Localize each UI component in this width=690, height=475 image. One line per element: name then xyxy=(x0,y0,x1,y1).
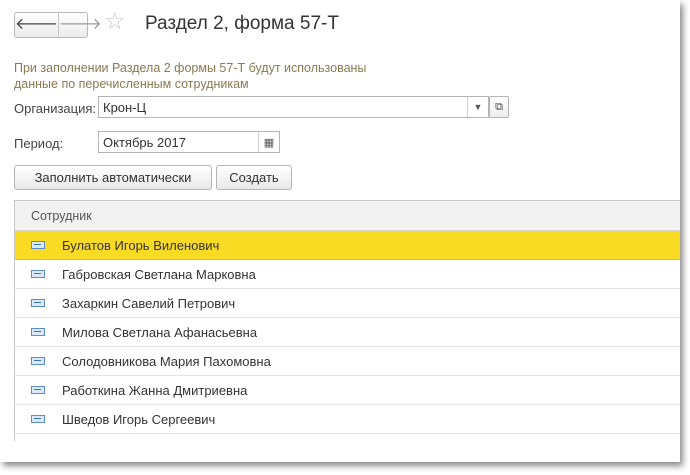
back-button[interactable]: 🡐 xyxy=(15,13,58,37)
period-label: Период: xyxy=(14,136,64,151)
period-value: Октябрь 2017 xyxy=(103,135,186,150)
open-window-icon: ⧉ xyxy=(495,100,503,113)
column-header-employee[interactable]: Сотрудник xyxy=(15,201,680,231)
employee-icon xyxy=(31,386,45,394)
table-row[interactable]: Работкина Жанна Дмитриевна xyxy=(15,376,680,405)
arrow-left-icon: 🡐 xyxy=(15,16,58,33)
employee-name: Булатов Игорь Виленович xyxy=(62,237,220,253)
organization-label: Организация: xyxy=(14,101,97,116)
employee-icon xyxy=(31,299,45,307)
employee-icon xyxy=(31,357,45,365)
table-row[interactable]: Милова Светлана Афанасьевна xyxy=(15,318,680,347)
table-row[interactable]: Захаркин Савелий Петрович xyxy=(15,289,680,318)
table-body: Булатов Игорь Виленович Габровская Светла… xyxy=(15,231,680,434)
dropdown-arrow-icon[interactable]: ▼ xyxy=(467,97,488,117)
hint-text: При заполнении Раздела 2 формы 57-Т буду… xyxy=(14,61,367,91)
employee-name: Милова Светлана Афанасьевна xyxy=(62,324,258,340)
employee-name: Захаркин Савелий Петрович xyxy=(62,295,236,311)
employee-icon xyxy=(31,270,45,278)
arrow-right-icon: 🡒 xyxy=(58,16,102,33)
open-organization-button[interactable]: ⧉ xyxy=(489,96,509,118)
calendar-icon[interactable]: ▦ xyxy=(258,132,279,152)
employee-name: Работкина Жанна Дмитриевна xyxy=(62,382,248,398)
table-row[interactable]: Булатов Игорь Виленович xyxy=(15,231,680,260)
table-row[interactable]: Шведов Игорь Сергеевич xyxy=(15,405,680,434)
forward-button[interactable]: 🡒 xyxy=(57,13,102,37)
employee-icon xyxy=(31,328,45,336)
employees-table: Сотрудник Булатов Игорь Виленович Габровс… xyxy=(14,200,680,441)
navigation-buttons: 🡐 🡒 xyxy=(14,12,102,38)
organization-value: Крон-Ц xyxy=(103,100,147,115)
favorite-star-icon[interactable]: ☆ xyxy=(104,10,126,34)
organization-field[interactable]: Крон-Ц ▼ xyxy=(98,96,489,118)
employee-icon xyxy=(31,415,45,423)
employee-name: Солодовникова Мария Пахомовна xyxy=(62,353,271,369)
page-title: Раздел 2, форма 57-Т xyxy=(145,13,339,34)
employee-name: Шведов Игорь Сергеевич xyxy=(62,411,216,427)
create-button[interactable]: Создать xyxy=(216,165,292,190)
fill-auto-button[interactable]: Заполнить автоматически xyxy=(14,165,212,190)
employee-icon xyxy=(31,241,45,249)
employee-name: Габровская Светлана Марковна xyxy=(62,266,256,282)
form-window: 🡐 🡒 ☆ Раздел 2, форма 57-Т При заполнени… xyxy=(0,0,680,462)
table-row[interactable]: Солодовникова Мария Пахомовна xyxy=(15,347,680,376)
period-field[interactable]: Октябрь 2017 ▦ xyxy=(98,131,280,153)
table-row[interactable]: Габровская Светлана Марковна xyxy=(15,260,680,289)
